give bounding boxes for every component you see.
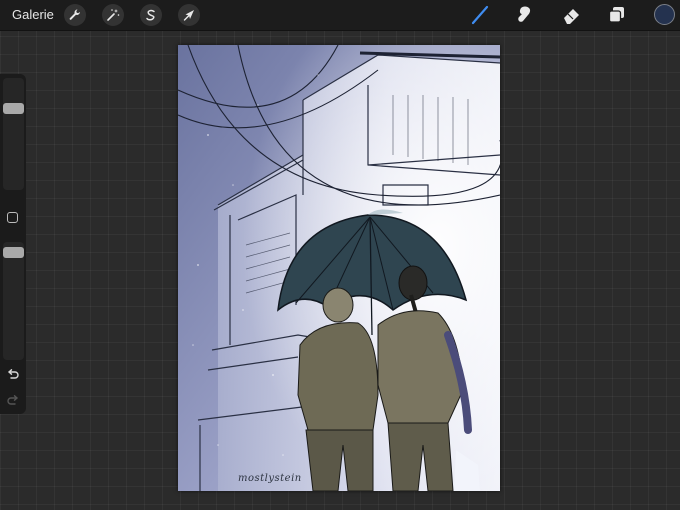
smudge-tool-button[interactable] [512, 4, 536, 26]
selection-button[interactable] [140, 4, 162, 26]
smudge-icon [513, 4, 535, 26]
gallery-button[interactable]: Galerie [12, 7, 54, 22]
layers-icon [606, 4, 628, 26]
undo-button[interactable] [6, 368, 20, 387]
drawing-canvas[interactable]: mostlystein [178, 45, 500, 491]
brush-size-slider[interactable] [3, 78, 24, 190]
top-toolbar: Galerie [0, 0, 680, 31]
opacity-slider[interactable] [3, 242, 24, 360]
left-sidebar [0, 74, 26, 414]
opacity-slider-thumb[interactable] [3, 247, 24, 258]
undo-icon [6, 369, 20, 386]
color-picker-button[interactable] [654, 4, 675, 25]
magic-wand-icon [106, 8, 120, 22]
transform-button[interactable] [178, 4, 200, 26]
redo-button[interactable] [6, 394, 20, 413]
artwork [178, 45, 500, 491]
brush-size-slider-thumb[interactable] [3, 103, 24, 114]
eraser-icon [561, 4, 583, 26]
selection-icon [144, 8, 158, 22]
modify-button[interactable] [7, 212, 18, 223]
brush-tool-button[interactable] [468, 4, 492, 26]
arrow-cursor-icon [182, 8, 196, 22]
adjustments-button[interactable] [102, 4, 124, 26]
eraser-tool-button[interactable] [560, 4, 584, 26]
layers-button[interactable] [605, 4, 629, 26]
artist-signature: mostlystein [238, 473, 302, 484]
brush-icon [469, 4, 491, 26]
wrench-icon [68, 8, 82, 22]
actions-button[interactable] [64, 4, 86, 26]
redo-icon [6, 395, 20, 412]
